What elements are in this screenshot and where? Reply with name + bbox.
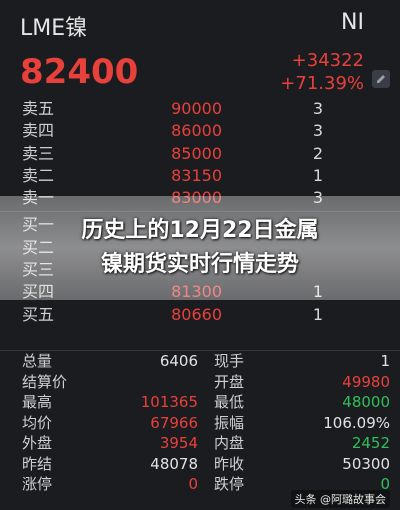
stat-value: 2452 [351,434,390,452]
stat-row: 均价 67966 振幅 106.09% [0,413,400,434]
stat-value: 0 [188,475,198,493]
book-level-label: 卖二 [22,165,55,185]
watermark: 头条 @阿璐故事会 [290,490,390,508]
stat-value: 48000 [342,393,390,411]
stat-label: 均价 [22,413,53,432]
stat-value: 49980 [342,372,390,391]
book-level-label: 卖三 [22,143,55,163]
overlay-line-2: 镍期货实时行情走势 [100,252,299,277]
ask-row: 卖五 90000 3 [0,98,400,120]
book-volume: 1 [312,165,323,185]
stat-row: 结算价 开盘 49980 [0,372,400,393]
book-volume: 3 [312,121,323,141]
book-price: 86000 [171,121,222,141]
stat-value: 3954 [159,434,198,452]
stat-value: 101365 [140,393,198,411]
stat-value: 106.09% [323,413,390,432]
stat-label: 最高 [22,393,53,411]
price-change-pct: +71.39% [280,73,364,94]
stat-label: 昨结 [22,454,53,473]
ask-row: 卖四 86000 3 [0,120,400,142]
stat-value: 6406 [159,352,198,370]
stat-value: 1 [380,352,390,370]
stat-label: 涨停 [22,475,53,493]
stat-value: 48078 [150,454,198,473]
stat-row: 最高 101365 最低 48000 [0,392,400,413]
book-level-label: 卖四 [22,121,55,141]
ask-row: 卖二 83150 1 [0,165,400,187]
stat-label: 外盘 [22,434,53,452]
bid-row: 买五 80660 1 [0,304,400,326]
book-level-label: 买五 [22,304,55,324]
book-price: 80660 [171,304,222,324]
last-price: 82400 [20,52,139,92]
overlay-line-1: 历史上的12月22日金属 [81,218,319,243]
stat-row: 外盘 3954 内盘 2452 [0,433,400,454]
book-volume: 3 [312,99,323,118]
book-level-label: 卖五 [22,99,55,118]
book-volume: 1 [312,304,323,324]
stats-panel: 总量 6406 现手 1 结算价 开盘 49980 最高 101365 最低 48000 均价 6796… [0,350,400,495]
book-price: 85000 [171,143,222,163]
price-change: +34322 [291,50,364,71]
stat-label: 内盘 [214,434,245,452]
stat-label: 开盘 [214,372,245,391]
stat-label: 振幅 [214,413,245,432]
book-volume: 2 [312,143,323,163]
stat-value: 67966 [150,413,198,432]
instrument-symbol: NI [341,10,364,35]
stat-label: 跌停 [214,475,245,493]
stat-label: 最低 [214,393,245,411]
book-price: 90000 [171,99,222,118]
ask-row: 卖三 85000 2 [0,143,400,165]
stat-value: 50300 [342,454,390,473]
stat-label: 结算价 [22,372,68,391]
quote-header: LME镍 NI 82400 +34322 +71.39% [0,0,400,98]
stat-label: 现手 [214,352,245,370]
overlay-banner: 历史上的12月22日金属 镍期货实时行情走势 [0,196,400,300]
book-price: 83150 [171,165,222,185]
stat-row: 昨结 48078 昨收 50300 [0,454,400,475]
stat-row: 总量 6406 现手 1 [0,351,400,372]
pencil-icon[interactable] [372,70,390,88]
stat-label: 昨收 [214,454,245,473]
instrument-title: LME镍 [20,16,88,41]
stat-label: 总量 [22,352,53,370]
